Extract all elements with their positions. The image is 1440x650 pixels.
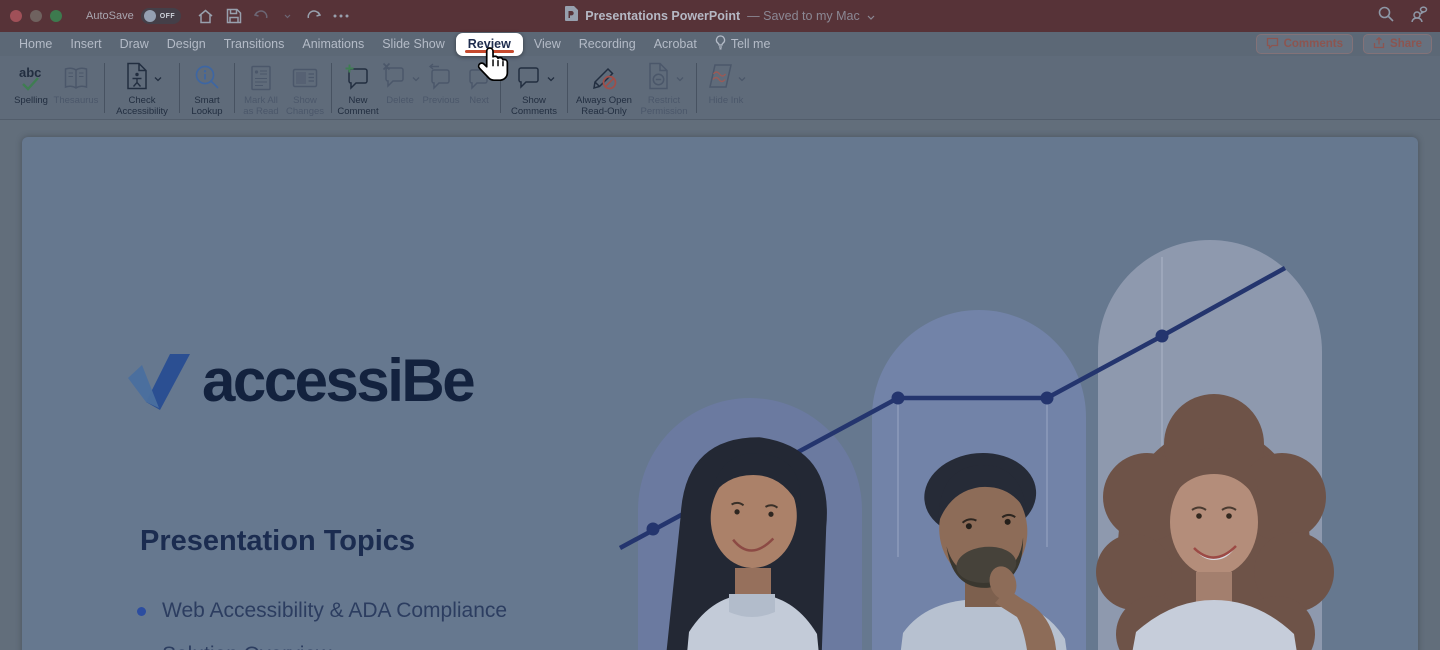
save-icon[interactable]: [226, 8, 242, 24]
tab-design[interactable]: Design: [158, 32, 215, 56]
tab-draw[interactable]: Draw: [111, 32, 158, 56]
comments-button[interactable]: Comments: [1256, 34, 1353, 54]
undo-chevron-icon[interactable]: [284, 14, 291, 19]
new-comment-button[interactable]: NewComment: [336, 62, 380, 117]
ribbon-group-divider: [331, 63, 332, 113]
slide-heading[interactable]: Presentation Topics: [140, 525, 415, 558]
presence-people-icon[interactable]: [1410, 6, 1428, 27]
check-accessibility-icon: [123, 61, 151, 96]
hide-ink-icon: [707, 61, 735, 96]
minimize-window-button[interactable]: [30, 10, 42, 22]
bullet-item[interactable]: Solution Overview: [137, 643, 331, 650]
powerpoint-doc-icon: [565, 6, 578, 26]
arch-shape-2: [872, 310, 1086, 650]
document-save-status[interactable]: — Saved to my Mac: [747, 9, 860, 23]
tab-slide-show[interactable]: Slide Show: [373, 32, 454, 56]
tab-view[interactable]: View: [525, 32, 570, 56]
comment-bubble-icon: [1266, 37, 1279, 52]
tab-tell-me[interactable]: Tell me: [706, 32, 780, 56]
previous-comment-icon: [427, 62, 455, 94]
hide-ink-button[interactable]: Hide Ink: [701, 62, 751, 107]
show-comments-button[interactable]: ShowComments: [505, 62, 563, 117]
delete-comment-icon: [381, 61, 409, 96]
zoom-window-button[interactable]: [50, 10, 62, 22]
tab-animations[interactable]: Animations: [293, 32, 373, 56]
autosave-control: AutoSave OFF: [86, 8, 181, 24]
chevron-down-icon: [412, 69, 420, 87]
redo-icon[interactable]: [303, 8, 321, 24]
tab-acrobat[interactable]: Acrobat: [645, 32, 706, 56]
ribbon: abc Spelling Thesaurus CheckAccessibilit…: [0, 56, 1440, 120]
ribbon-group-divider: [104, 63, 105, 113]
ribbon-group-divider: [696, 63, 697, 113]
show-changes-button[interactable]: ShowChanges: [283, 62, 327, 117]
mark-all-read-icon: [247, 62, 275, 94]
search-icon[interactable]: [1378, 6, 1394, 27]
more-icon[interactable]: [333, 14, 349, 18]
accessibe-logo-mark: [126, 352, 192, 410]
hand-cursor: [477, 46, 511, 84]
mark-all-as-read-button[interactable]: Mark Allas Read: [239, 62, 283, 117]
ribbon-group-divider: [234, 63, 235, 113]
spelling-icon: abc: [16, 62, 46, 94]
share-icon: [1373, 37, 1385, 52]
tab-recording[interactable]: Recording: [570, 32, 645, 56]
always-open-read-only-button[interactable]: Always OpenRead-Only: [572, 62, 636, 117]
thesaurus-button[interactable]: Thesaurus: [52, 62, 100, 107]
svg-text:abc: abc: [19, 65, 41, 80]
titlebar: AutoSave OFF Presentations PowerPoint — …: [0, 0, 1440, 32]
tab-home[interactable]: Home: [10, 32, 61, 56]
bullet-item[interactable]: Web Accessibility & ADA Compliance: [137, 599, 507, 623]
autosave-label: AutoSave: [86, 10, 134, 22]
accessibe-logo: accessiBe: [126, 346, 473, 415]
restrict-permission-button[interactable]: RestrictPermission: [636, 62, 692, 117]
undo-icon[interactable]: [254, 8, 272, 24]
home-icon[interactable]: [197, 8, 214, 25]
new-comment-icon: [343, 62, 373, 94]
chevron-down-icon: [676, 69, 684, 87]
arch-shape-1: [638, 398, 862, 650]
thesaurus-icon: [61, 62, 91, 94]
close-window-button[interactable]: [10, 10, 22, 22]
chevron-down-icon: [547, 69, 555, 87]
smart-lookup-button[interactable]: SmartLookup: [184, 62, 230, 117]
arch-shape-3: [1098, 240, 1322, 650]
always-open-read-only-icon: [589, 62, 619, 94]
chevron-down-icon: [738, 69, 746, 87]
show-comments-icon: [514, 61, 544, 96]
document-title: Presentations PowerPoint: [585, 9, 740, 23]
title-chevron-icon[interactable]: [867, 9, 875, 23]
workspace: accessiBe Presentation Topics Web Access…: [0, 120, 1440, 650]
slide-canvas[interactable]: accessiBe Presentation Topics Web Access…: [22, 137, 1418, 650]
tab-insert[interactable]: Insert: [61, 32, 110, 56]
autosave-toggle[interactable]: OFF: [141, 8, 181, 24]
tab-transitions[interactable]: Transitions: [215, 32, 294, 56]
autosave-state: OFF: [160, 13, 176, 20]
share-button[interactable]: Share: [1363, 34, 1432, 54]
ribbon-group-divider: [179, 63, 180, 113]
spelling-button[interactable]: abc Spelling: [10, 62, 52, 107]
delete-comment-button[interactable]: Delete: [380, 62, 420, 107]
smart-lookup-icon: [192, 62, 222, 94]
accessibe-logo-text: accessiBe: [202, 346, 473, 415]
chevron-down-icon: [154, 69, 162, 87]
ribbon-tabbar: Home Insert Draw Design Transitions Anim…: [0, 32, 1440, 56]
previous-comment-button[interactable]: Previous: [420, 62, 462, 107]
check-accessibility-button[interactable]: CheckAccessibility: [109, 62, 175, 117]
restrict-permission-icon: [645, 61, 673, 96]
autosave-toggle-knob: [144, 10, 156, 22]
show-changes-icon: [290, 62, 320, 94]
lightbulb-icon: [715, 35, 726, 53]
ribbon-group-divider: [567, 63, 568, 113]
bullet-dot: [137, 607, 146, 616]
window-controls: [10, 10, 62, 22]
